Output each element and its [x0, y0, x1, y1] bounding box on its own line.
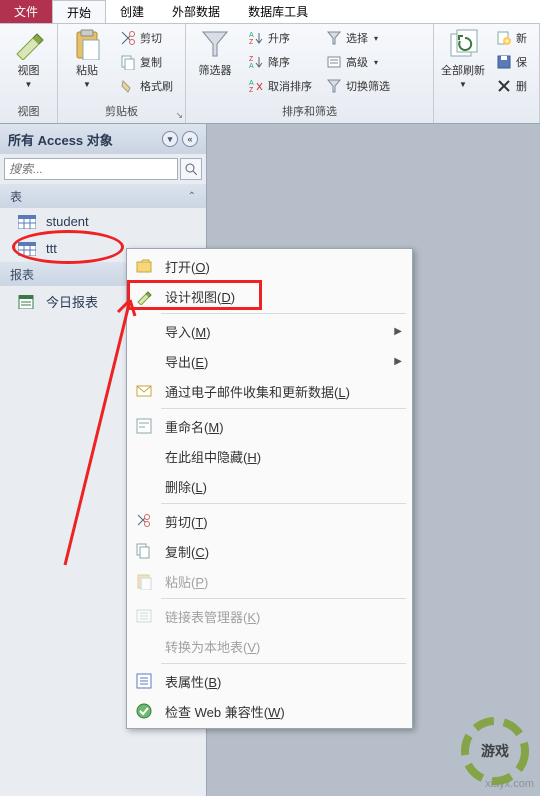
ctx-export[interactable]: 导出(E) ▶	[129, 346, 410, 376]
ribbon-tabs: 文件 开始 创建 外部数据 数据库工具	[0, 0, 540, 24]
ctx-separator	[161, 503, 406, 504]
tab-file[interactable]: 文件	[0, 0, 52, 23]
clear-sort-icon: AZ	[248, 78, 264, 94]
view-label: 视图	[18, 62, 40, 78]
svg-text:Z: Z	[249, 87, 254, 94]
delete-icon	[496, 78, 512, 94]
nav-dropdown-icon[interactable]: ▾	[162, 131, 178, 147]
tab-external-data[interactable]: 外部数据	[158, 0, 234, 23]
copy-icon	[120, 54, 136, 70]
tab-db-tools[interactable]: 数据库工具	[234, 0, 322, 23]
refresh-icon	[447, 28, 479, 60]
ctx-separator	[161, 313, 406, 314]
tab-home[interactable]: 开始	[52, 0, 106, 23]
ctx-open[interactable]: 打开(O)	[129, 251, 410, 281]
selection-icon	[326, 30, 342, 46]
design-view-icon	[13, 28, 45, 60]
ctx-separator	[161, 408, 406, 409]
cut-button[interactable]: 剪切	[116, 28, 177, 48]
ctx-copy[interactable]: 复制(C)	[129, 536, 410, 566]
toggle-filter-button[interactable]: 切换筛选	[322, 76, 394, 96]
svg-text:Z: Z	[249, 39, 254, 46]
nav-pane-header[interactable]: 所有 Access 对象 ▾ «	[0, 124, 206, 154]
advanced-icon	[326, 54, 342, 70]
email-icon	[135, 382, 153, 400]
filter-button[interactable]: 筛选器	[192, 28, 238, 103]
rename-icon	[135, 417, 153, 435]
new-icon	[496, 30, 512, 46]
svg-text:A: A	[249, 63, 254, 70]
group-view-label: 视图	[6, 103, 51, 121]
save-record-button[interactable]: 保	[492, 52, 531, 72]
paste-label: 粘贴	[76, 62, 98, 78]
table-icon	[18, 215, 36, 229]
submenu-arrow-icon: ▶	[394, 326, 402, 337]
search-icon	[185, 163, 197, 175]
ctx-separator	[161, 663, 406, 664]
clipboard-dialog-launcher[interactable]: ↘	[175, 110, 183, 121]
svg-text:Z: Z	[249, 56, 254, 63]
open-icon	[135, 257, 153, 275]
brush-icon	[120, 78, 136, 94]
sort-desc-button[interactable]: ZA降序	[244, 52, 316, 72]
ctx-link-manager: 链接表管理器(K)	[129, 601, 410, 631]
ctx-paste: 粘贴(P)	[129, 566, 410, 596]
sort-asc-button[interactable]: AZ升序	[244, 28, 316, 48]
ribbon: 视图 ▼ 视图 粘贴 ▼ 剪切 复制	[0, 24, 540, 124]
selection-button[interactable]: 选择▾	[322, 28, 394, 48]
ctx-convert-local: 转换为本地表(V)	[129, 631, 410, 661]
clear-sort-button[interactable]: AZ取消排序	[244, 76, 316, 96]
ctx-cut[interactable]: 剪切(T)	[129, 506, 410, 536]
table-icon	[18, 242, 36, 256]
tab-create[interactable]: 创建	[106, 0, 158, 23]
collapse-icon: ⌃	[188, 191, 196, 202]
ctx-rename[interactable]: 重命名(M)	[129, 411, 410, 441]
nav-search-input[interactable]	[4, 158, 178, 180]
report-icon	[18, 295, 36, 309]
ctx-check-web[interactable]: 检查 Web 兼容性(W)	[129, 696, 410, 726]
clipboard-icon	[71, 28, 103, 60]
advanced-button[interactable]: 高级▾	[322, 52, 394, 72]
nav-search-button[interactable]	[180, 158, 202, 180]
funnel-icon	[199, 28, 231, 60]
refresh-all-button[interactable]: 全部刷新 ▼	[440, 28, 486, 121]
ctx-import[interactable]: 导入(M) ▶	[129, 316, 410, 346]
svg-text:游戏: 游戏	[481, 743, 509, 759]
submenu-arrow-icon: ▶	[394, 356, 402, 367]
toggle-filter-icon	[326, 78, 342, 94]
sort-asc-icon: AZ	[248, 30, 264, 46]
copy-button[interactable]: 复制	[116, 52, 177, 72]
ctx-hide[interactable]: 在此组中隐藏(H)	[129, 441, 410, 471]
ctx-design-view[interactable]: 设计视图(D)	[129, 281, 410, 311]
svg-text:A: A	[249, 32, 254, 39]
site-logo: 游戏	[460, 716, 530, 786]
nav-search-row	[0, 154, 206, 184]
paste-icon	[135, 572, 153, 590]
paste-button[interactable]: 粘贴 ▼	[64, 28, 110, 103]
scissors-icon	[120, 30, 136, 46]
view-button[interactable]: 视图 ▼	[6, 28, 51, 103]
nav-collapse-icon[interactable]: «	[182, 131, 198, 147]
group-clipboard-label: 剪贴板	[64, 103, 179, 121]
group-sortfilter-label: 排序和筛选	[192, 103, 427, 121]
sort-desc-icon: ZA	[248, 54, 264, 70]
ctx-separator	[161, 598, 406, 599]
context-menu: 打开(O) 设计视图(D) 导入(M) ▶ 导出(E) ▶ 通过电子邮件收集和更…	[126, 248, 413, 729]
ctx-table-properties[interactable]: 表属性(B)	[129, 666, 410, 696]
design-view-icon	[135, 287, 153, 305]
format-painter-button[interactable]: 格式刷	[116, 76, 177, 96]
nav-category-tables[interactable]: 表 ⌃	[0, 184, 206, 208]
copy-icon	[135, 542, 153, 560]
nav-table-student[interactable]: student	[0, 208, 206, 235]
new-record-button[interactable]: 新	[492, 28, 531, 48]
link-manager-icon	[135, 607, 153, 625]
ctx-email-collect[interactable]: 通过电子邮件收集和更新数据(L)	[129, 376, 410, 406]
svg-text:A: A	[249, 80, 254, 87]
ctx-delete[interactable]: 删除(L)	[129, 471, 410, 501]
delete-record-button[interactable]: 删	[492, 76, 531, 96]
save-icon	[496, 54, 512, 70]
check-web-icon	[135, 702, 153, 720]
scissors-icon	[135, 512, 153, 530]
properties-icon	[135, 672, 153, 690]
